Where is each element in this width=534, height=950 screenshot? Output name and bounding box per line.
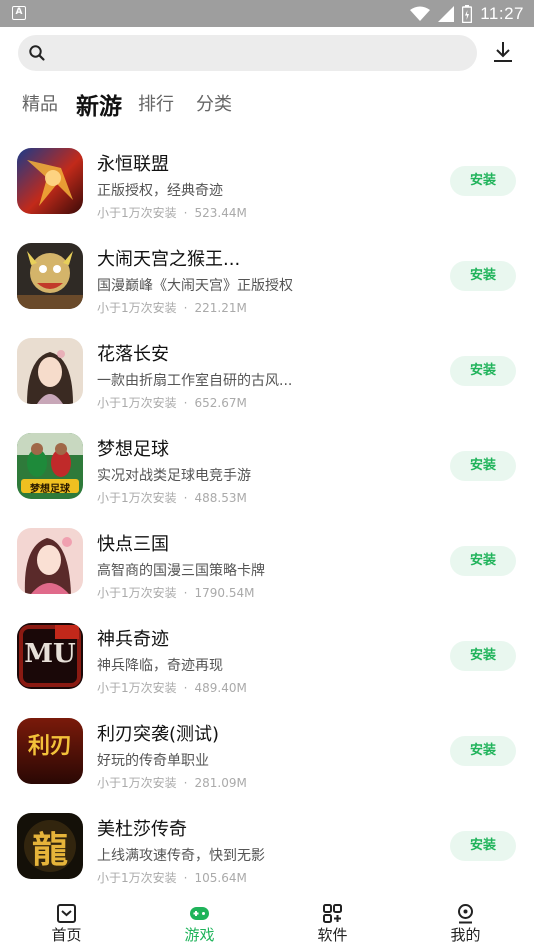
- search-input[interactable]: [18, 35, 477, 71]
- file-size: 105.64M: [194, 871, 247, 885]
- install-count: 小于1万次安装: [97, 491, 177, 505]
- nav-software[interactable]: 软件: [266, 895, 399, 950]
- file-size: 281.09M: [194, 776, 247, 790]
- file-size: 652.67M: [194, 396, 247, 410]
- tab-ranking[interactable]: 排行: [138, 90, 174, 116]
- app-meta: 小于1万次安装 · 105.64M: [97, 871, 247, 885]
- app-description: 好玩的传奇单职业: [97, 753, 209, 769]
- nav-home[interactable]: 首页: [0, 895, 133, 950]
- list-item[interactable]: 梦想足球 梦想足球 实况对战类足球电竞手游 小于1万次安装 · 488.53M 安装: [0, 415, 534, 510]
- nav-label: 软件: [317, 926, 348, 944]
- app-icon: [17, 338, 83, 404]
- app-description: 神兵降临，奇迹再现: [97, 658, 223, 674]
- list-item[interactable]: 永恒联盟 正版授权，经典奇迹 小于1万次安装 · 523.44M 安装: [0, 130, 534, 225]
- battery-icon: [462, 4, 473, 23]
- file-size: 221.21M: [194, 301, 247, 315]
- install-button[interactable]: 安装: [450, 736, 516, 766]
- tab-categories[interactable]: 分类: [196, 90, 232, 116]
- app-meta: 小于1万次安装 · 281.09M: [97, 776, 247, 790]
- app-icon: [17, 148, 83, 214]
- list-item[interactable]: 快点三国 高智商的国漫三国策略卡牌 小于1万次安装 · 1790.54M 安装: [0, 510, 534, 605]
- app-icon-label: 利刃: [27, 733, 72, 759]
- app-icon-label: MU: [24, 639, 76, 669]
- search-icon: [29, 45, 45, 61]
- install-count: 小于1万次安装: [97, 681, 177, 695]
- status-bar: A 11:27: [0, 0, 534, 27]
- app-meta: 小于1万次安装 · 1790.54M: [97, 586, 255, 600]
- list-item[interactable]: 大闹天宫之猴王... 国漫巅峰《大闹天宫》正版授权 小于1万次安装 · 221.21…: [0, 225, 534, 320]
- app-meta: 小于1万次安装 · 488.53M: [97, 491, 247, 505]
- install-count: 小于1万次安装: [97, 301, 177, 315]
- app-description: 国漫巅峰《大闹天宫》正版授权: [97, 278, 293, 294]
- app-description: 高智商的国漫三国策略卡牌: [97, 563, 265, 579]
- app-meta: 小于1万次安装 · 489.40M: [97, 681, 247, 695]
- app-name: 花落长安: [97, 344, 169, 365]
- nav-games[interactable]: 游戏: [133, 895, 266, 950]
- install-count: 小于1万次安装: [97, 396, 177, 410]
- nav-profile[interactable]: 我的: [399, 895, 532, 950]
- app-icon-label: 梦想足球: [30, 484, 70, 495]
- install-count: 小于1万次安装: [97, 586, 177, 600]
- apps-icon: [323, 904, 342, 923]
- download-icon[interactable]: [490, 39, 516, 65]
- app-icon: [17, 528, 83, 594]
- app-icon: 龍: [17, 813, 83, 879]
- app-description: 正版授权，经典奇迹: [97, 183, 223, 199]
- app-name: 永恒联盟: [97, 154, 169, 175]
- notification-icon: A: [12, 6, 26, 20]
- app-description: 实况对战类足球电竞手游: [97, 468, 251, 484]
- app-name: 梦想足球: [97, 439, 169, 460]
- app-meta: 小于1万次安装 · 523.44M: [97, 206, 247, 220]
- file-size: 489.40M: [194, 681, 247, 695]
- search-row: [0, 27, 534, 82]
- home-icon: [57, 904, 76, 923]
- app-meta: 小于1万次安装 · 221.21M: [97, 301, 247, 315]
- app-description: 一款由折扇工作室自研的古风...: [97, 373, 293, 389]
- tab-featured[interactable]: 精品: [22, 90, 58, 116]
- list-item[interactable]: 花落长安 一款由折扇工作室自研的古风... 小于1万次安装 · 652.67M 安装: [0, 320, 534, 415]
- nav-label: 我的: [450, 926, 481, 944]
- app-name: 神兵奇迹: [97, 629, 169, 650]
- list-item[interactable]: MU 神兵奇迹 神兵降临，奇迹再现 小于1万次安装 · 489.40M 安装: [0, 605, 534, 700]
- app-name: 利刃突袭(测试): [97, 724, 220, 745]
- install-count: 小于1万次安装: [97, 776, 177, 790]
- signal-icon: [438, 5, 455, 22]
- install-button[interactable]: 安装: [450, 641, 516, 671]
- install-button[interactable]: 安装: [450, 831, 516, 861]
- gamepad-icon: [190, 907, 209, 920]
- clock: 11:27: [480, 3, 524, 23]
- app-meta: 小于1万次安装 · 652.67M: [97, 396, 247, 410]
- wifi-icon: [410, 6, 431, 21]
- app-icon: 梦想足球: [17, 433, 83, 499]
- nav-label: 游戏: [184, 926, 215, 944]
- profile-icon: [458, 904, 473, 924]
- app-name: 快点三国: [97, 534, 169, 555]
- file-size: 523.44M: [194, 206, 247, 220]
- app-icon: [17, 243, 83, 309]
- category-tabs: 精品 新游 排行 分类: [0, 82, 534, 126]
- tab-new-games[interactable]: 新游: [76, 87, 122, 121]
- app-icon: 利刃: [17, 718, 83, 784]
- app-name: 大闹天宫之猴王...: [97, 249, 241, 270]
- install-button[interactable]: 安装: [450, 166, 516, 196]
- install-button[interactable]: 安装: [450, 261, 516, 291]
- install-count: 小于1万次安装: [97, 206, 177, 220]
- file-size: 1790.54M: [194, 586, 255, 600]
- file-size: 488.53M: [194, 491, 247, 505]
- list-item[interactable]: 利刃 利刃突袭(测试) 好玩的传奇单职业 小于1万次安装 · 281.09M 安装: [0, 700, 534, 795]
- bottom-nav: 首页 游戏 软件 我的: [0, 895, 534, 950]
- install-count: 小于1万次安装: [97, 871, 177, 885]
- app-icon: MU: [17, 623, 83, 689]
- install-button[interactable]: 安装: [450, 546, 516, 576]
- install-button[interactable]: 安装: [450, 451, 516, 481]
- app-name: 美杜莎传奇: [97, 819, 187, 840]
- install-button[interactable]: 安装: [450, 356, 516, 386]
- nav-label: 首页: [51, 926, 82, 944]
- list-item[interactable]: 龍 美杜莎传奇 上线满攻速传奇，快到无影 小于1万次安装 · 105.64M 安装: [0, 795, 534, 890]
- app-description: 上线满攻速传奇，快到无影: [97, 848, 265, 864]
- app-icon-label: 龍: [31, 829, 68, 871]
